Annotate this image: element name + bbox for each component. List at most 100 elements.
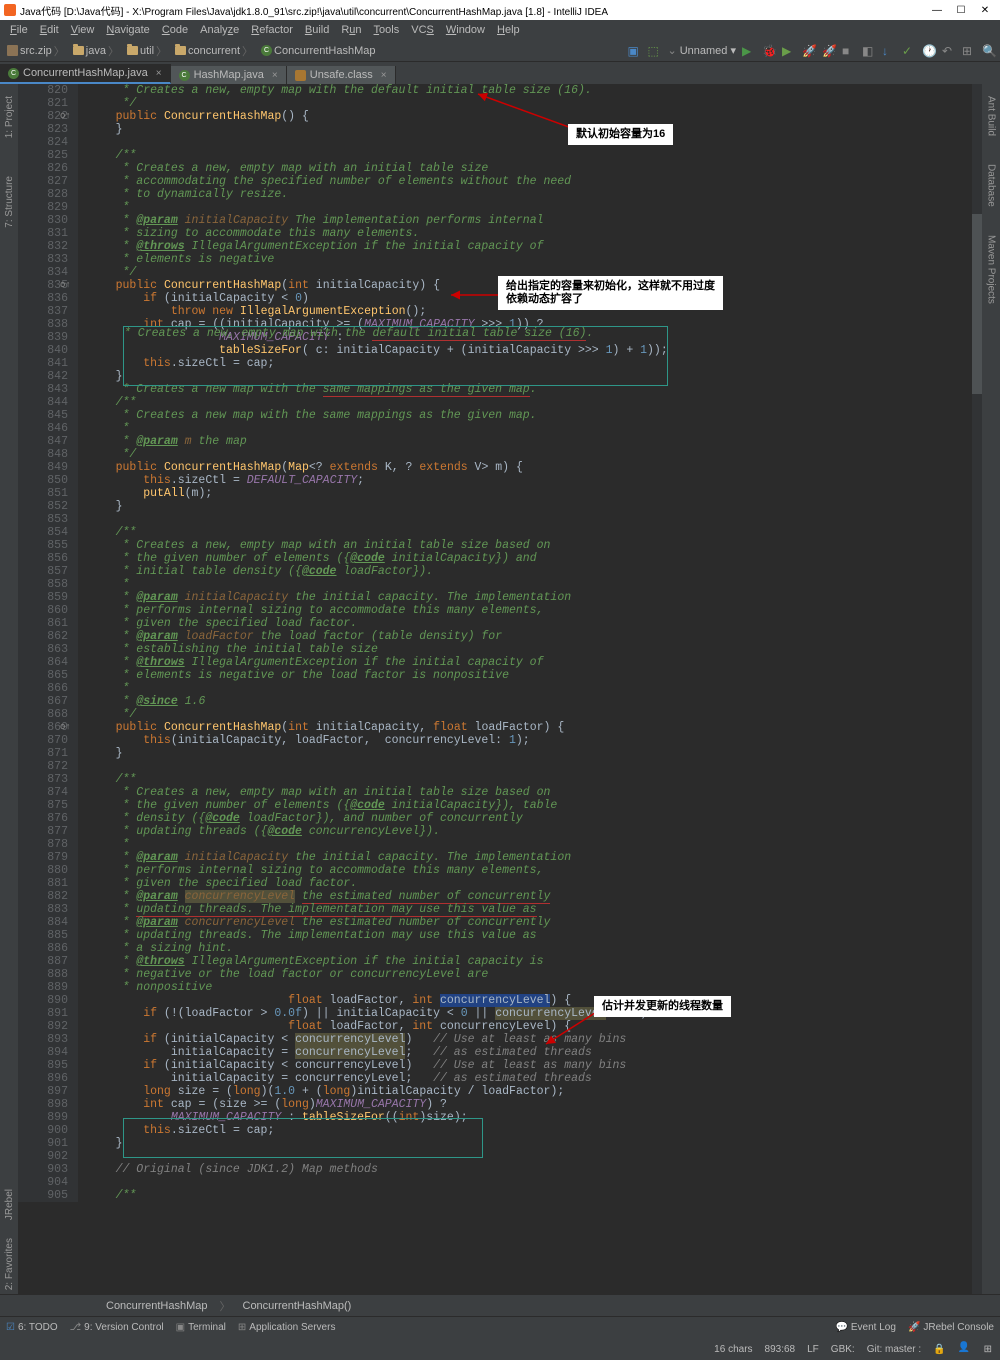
update-button[interactable]: ↓ [882,44,896,58]
code-line[interactable]: * nonpositive [88,981,982,994]
code-line[interactable]: MAXIMUM_CAPACITY : [88,331,982,344]
stop-button[interactable]: ■ [842,44,856,58]
code-line[interactable] [88,1150,982,1163]
code-line[interactable] [88,136,982,149]
menu-run[interactable]: Run [335,24,367,36]
history-icon[interactable]: 🕐 [922,44,936,58]
code-line[interactable]: } [88,370,982,383]
close-icon[interactable]: × [272,70,278,81]
tab-unsafe[interactable]: Unsafe.class × [287,66,396,84]
code-line[interactable]: /** [88,149,982,162]
tab-hashmap[interactable]: HashMap.java × [171,66,287,84]
menu-code[interactable]: Code [156,24,194,36]
code-line[interactable]: * initial table density ({@code loadFact… [88,565,982,578]
code-line[interactable]: MAXIMUM_CAPACITY : tableSizeFor((int)siz… [88,1111,982,1124]
code-line[interactable]: this.sizeCtl = cap; [88,357,982,370]
menu-build[interactable]: Build [299,24,335,36]
code-line[interactable]: * @param initialCapacity The implementat… [88,214,982,227]
code-line[interactable]: * @param concurrencyLevel the estimated … [88,916,982,929]
crumb-java[interactable]: java〉 [70,43,122,59]
status-line-sep[interactable]: LF [807,1344,819,1355]
status-caret-pos[interactable]: 893:68 [765,1344,796,1355]
code-line[interactable]: * Creates a new map with the same mappin… [88,409,982,422]
code-line[interactable]: /** [88,396,982,409]
run-config-icon[interactable]: ⬚ [647,44,661,58]
menu-file[interactable]: File [4,24,34,36]
close-button[interactable]: ✕ [974,2,996,18]
tool-project[interactable]: 1: Project [2,92,17,142]
code-line[interactable]: initialCapacity = concurrencyLevel; // a… [88,1046,982,1059]
code-line[interactable]: public ConcurrentHashMap(int initialCapa… [88,721,982,734]
code-line[interactable]: * @throws IllegalArgumentException if th… [88,240,982,253]
status-hector-icon[interactable]: 👤 [958,1342,972,1356]
tool-appservers[interactable]: ⊞Application Servers [238,1322,336,1333]
code-line[interactable]: * elements is negative or the load facto… [88,669,982,682]
code-line[interactable]: this.sizeCtl = DEFAULT_CAPACITY; [88,474,982,487]
tool-eventlog[interactable]: 💬Event Log [835,1322,896,1333]
code-line[interactable]: * [88,682,982,695]
code-line[interactable]: * @throws IllegalArgumentException if th… [88,656,982,669]
code-line[interactable]: } [88,500,982,513]
jrebel-run-icon[interactable]: 🚀 [802,44,816,58]
tool-todo[interactable]: ☑6: TODO [6,1322,58,1333]
code-line[interactable]: * given the specified load factor. [88,617,982,630]
code-line[interactable]: public ConcurrentHashMap(Map<? extends K… [88,461,982,474]
code-editor[interactable]: 8208218228238248258268278288298308318328… [18,84,982,1294]
code-line[interactable]: this.sizeCtl = cap; [88,1124,982,1137]
code-line[interactable]: if (!(loadFactor > 0.0f) || initialCapac… [88,1007,982,1020]
code-line[interactable]: * elements is negative [88,253,982,266]
menu-tools[interactable]: Tools [368,24,406,36]
tab-concurrenthashmap[interactable]: ConcurrentHashMap.java × [0,64,171,84]
tool-maven[interactable]: Maven Projects [984,231,999,308]
code-line[interactable]: } [88,1137,982,1150]
code-line[interactable]: * sizing to accommodate this many elemen… [88,227,982,240]
crumb-class[interactable]: ConcurrentHashMap [258,45,379,57]
code-line[interactable]: /** [88,773,982,786]
code-line[interactable]: * updating threads ({@code concurrencyLe… [88,825,982,838]
code-line[interactable]: * Creates a new, empty map with an initi… [88,539,982,552]
code-line[interactable] [88,513,982,526]
status-tool-toggle[interactable]: ⊞ [984,1344,992,1355]
code-line[interactable]: float loadFactor, int concurrencyLevel) … [88,994,982,1007]
code-line[interactable]: * @since 1.6 [88,695,982,708]
tool-antbuild[interactable]: Ant Build [984,92,999,140]
run-button[interactable]: ▶ [742,44,756,58]
tool-vcs[interactable]: ⎇9: Version Control [70,1322,164,1333]
code-line[interactable]: * @param initialCapacity the initial cap… [88,851,982,864]
code-line[interactable]: if (initialCapacity < concurrencyLevel) … [88,1059,982,1072]
code-line[interactable]: } [88,747,982,760]
commit-button[interactable]: ✓ [902,44,916,58]
code-line[interactable]: int cap = (size >= (long)MAXIMUM_CAPACIT… [88,1098,982,1111]
menu-edit[interactable]: Edit [34,24,65,36]
tool-structure[interactable]: 7: Structure [2,172,17,232]
status-encoding[interactable]: GBK: [831,1344,855,1355]
code-line[interactable]: * @throws IllegalArgumentException if th… [88,955,982,968]
crumb-method-name[interactable]: ConcurrentHashMap() [237,1300,358,1312]
code-line[interactable]: * performs internal sizing to accommodat… [88,864,982,877]
code-line[interactable]: * Creates a new, empty map with an initi… [88,786,982,799]
tool-favorites[interactable]: 2: Favorites [2,1234,17,1294]
code-line[interactable]: * the given number of elements ({@code i… [88,799,982,812]
tool-jrebel-console[interactable]: 🚀JRebel Console [908,1322,994,1333]
code-line[interactable]: float loadFactor, int concurrencyLevel) … [88,1020,982,1033]
code-line[interactable]: putAll(m); [88,487,982,500]
code-line[interactable]: * given the specified load factor. [88,877,982,890]
crumb-concurrent[interactable]: concurrent〉 [172,43,256,59]
code-line[interactable]: * performs internal sizing to accommodat… [88,604,982,617]
debug-button[interactable]: 🐞 [762,44,776,58]
code-line[interactable]: * accommodating the specified number of … [88,175,982,188]
menu-window[interactable]: Window [440,24,491,36]
close-icon[interactable]: × [381,70,387,81]
code-line[interactable] [88,760,982,773]
tool-database[interactable]: Database [984,160,999,211]
project-structure-button[interactable]: ⊞ [962,44,976,58]
search-button[interactable]: 🔍 [982,44,996,58]
menu-refactor[interactable]: Refactor [245,24,299,36]
code-line[interactable]: * @param loadFactor the load factor (tab… [88,630,982,643]
code-line[interactable]: * updating threads. The implementation m… [88,929,982,942]
maximize-button[interactable]: ☐ [950,2,972,18]
code-line[interactable]: long size = (long)(1.0 + (long)initialCa… [88,1085,982,1098]
code-line[interactable]: * establishing the initial table size [88,643,982,656]
minimize-button[interactable]: — [926,2,948,18]
menu-analyze[interactable]: Analyze [194,24,245,36]
